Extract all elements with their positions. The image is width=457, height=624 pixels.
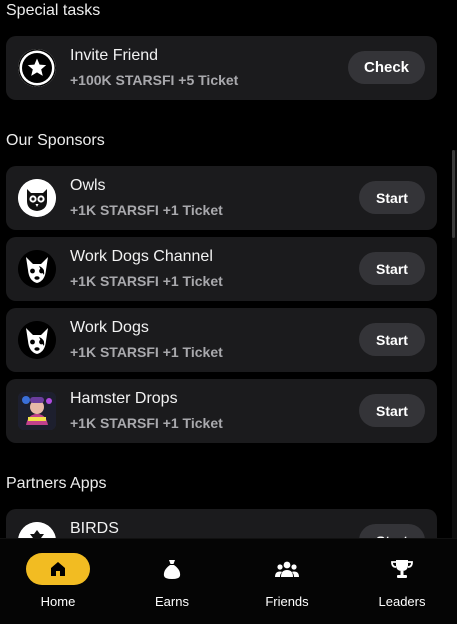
special-tasks-heading: Special tasks [6,2,101,19]
partners-apps-heading: Partners Apps [6,475,107,492]
start-button[interactable]: Start [359,394,425,427]
nav-label: Home [40,594,76,609]
app-screen: Special tasks Invite Friend +100K STARSF… [0,0,457,624]
dog-icon [18,321,56,359]
task-title: Hamster Drops [70,390,178,407]
task-title: Invite Friend [70,47,159,64]
scrollbar[interactable] [452,150,457,538]
start-button[interactable]: Start [359,524,425,538]
task-card-work-dogs-channel: Work Dogs Channel +1K STARSFI +1 Ticket … [6,237,437,301]
home-icon [26,553,90,585]
star-icon [18,49,56,87]
nav-label: Earns [155,594,189,609]
task-reward: +1K STARSFI +1 Ticket [70,202,223,218]
friends-icon [255,553,319,585]
start-button[interactable]: Start [359,323,425,356]
task-card-hamster-drops: Hamster Drops +1K STARSFI +1 Ticket Star… [6,379,437,443]
task-card-invite-friend: Invite Friend +100K STARSFI +5 Ticket Ch… [6,36,437,100]
dog-icon [18,250,56,288]
task-title: Work Dogs [70,319,149,336]
nav-label: Leaders [378,594,426,609]
start-button[interactable]: Start [359,181,425,214]
task-card-work-dogs: Work Dogs +1K STARSFI +1 Ticket Start [6,308,437,372]
nav-label: Friends [265,594,309,609]
task-card-birds: BIRDS Start [6,509,437,538]
money-bag-icon [140,553,204,585]
task-title: Work Dogs Channel [70,248,213,265]
check-button[interactable]: Check [348,51,425,84]
task-reward: +100K STARSFI +5 Ticket [70,72,239,88]
tasks-scroll-area[interactable]: Special tasks Invite Friend +100K STARSF… [0,0,452,538]
bird-icon [18,522,56,538]
task-reward: +1K STARSFI +1 Ticket [70,273,223,289]
task-card-owls: Owls +1K STARSFI +1 Ticket Start [6,166,437,230]
task-title: Owls [70,177,106,194]
scrollbar-thumb[interactable] [452,150,455,238]
nav-item-earns[interactable]: Earns [132,553,212,613]
trophy-icon [370,553,434,585]
nav-item-home[interactable]: Home [18,553,98,613]
our-sponsors-heading: Our Sponsors [6,132,105,149]
task-reward: +1K STARSFI +1 Ticket [70,415,223,431]
bottom-navigation: Home Earns Friends Leaders [0,538,457,624]
start-button[interactable]: Start [359,252,425,285]
task-reward: +1K STARSFI +1 Ticket [70,344,223,360]
nav-item-leaders[interactable]: Leaders [362,553,442,613]
task-title: BIRDS [70,520,119,537]
hamster-icon [18,392,56,430]
nav-item-friends[interactable]: Friends [247,553,327,613]
owl-icon [18,179,56,217]
